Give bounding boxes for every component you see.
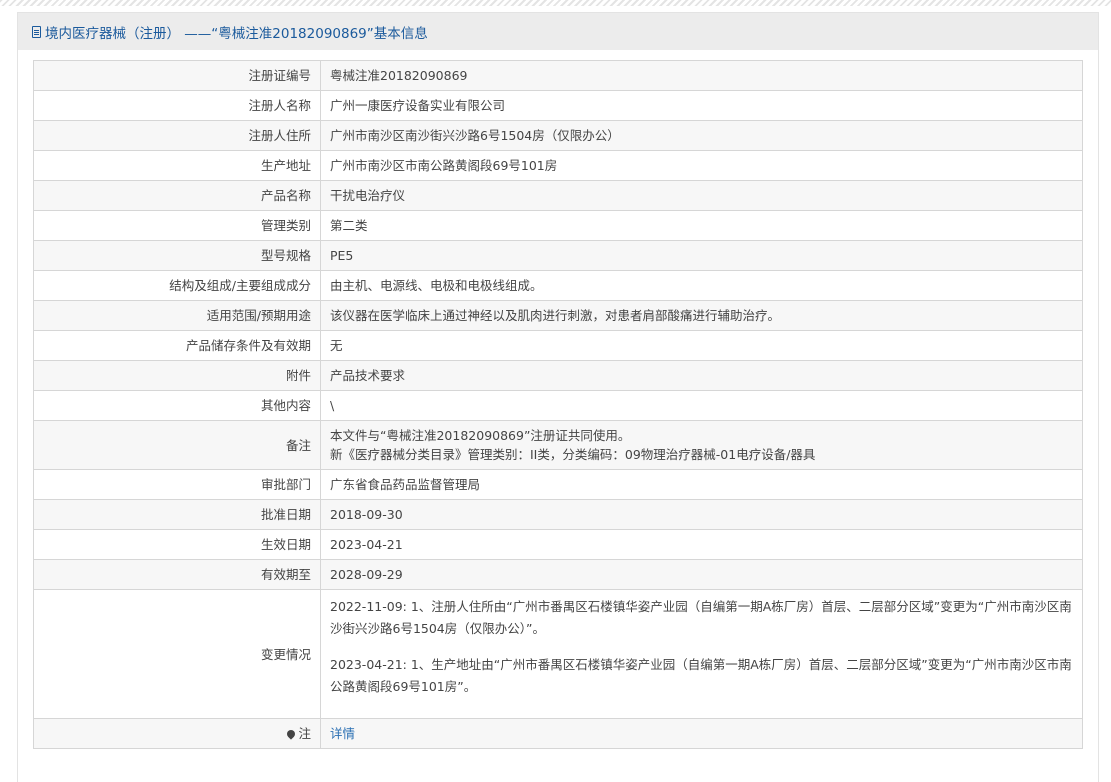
row-value: 产品技术要求 [320,360,1083,391]
row-value: 无 [320,330,1083,361]
table-row: 生产地址 广州市南沙区市南公路黄阁段69号101房 [33,150,1083,181]
table-row-note: 注 详情 [33,718,1083,749]
document-icon [32,25,41,38]
table-row-remark: 备注 本文件与“粤械注准20182090869”注册证共同使用。 新《医疗器械分… [33,420,1083,470]
table-row: 附件 产品技术要求 [33,360,1083,391]
map-pin-icon [285,728,298,740]
table-row: 审批部门 广东省食品药品监督管理局 [33,469,1083,500]
row-value: 广州市南沙区市南公路黄阁段69号101房 [320,150,1083,181]
change-entry: 2023-04-21: 1、生产地址由“广州市番禺区石楼镇华姿产业园（自编第一期… [330,657,1072,694]
row-value: PE5 [320,240,1083,271]
note-value: 详情 [320,718,1083,749]
row-label: 管理类别 [33,210,321,241]
table-row: 管理类别 第二类 [33,210,1083,241]
row-value: 2023-04-21 [320,529,1083,560]
row-label: 注册证编号 [33,60,321,91]
row-value: 该仪器在医学临床上通过神经以及肌肉进行刺激，对患者肩部酸痛进行辅助治疗。 [320,300,1083,331]
remark-line-2: 新《医疗器械分类目录》管理类别：II类，分类编码：09物理治疗器械-01电疗设备… [330,447,816,462]
row-label: 型号规格 [33,240,321,271]
row-value: 由主机、电源线、电极和电极线组成。 [320,270,1083,301]
table-row: 结构及组成/主要组成成分 由主机、电源线、电极和电极线组成。 [33,270,1083,301]
row-value: 广州市南沙区南沙街兴沙路6号1504房（仅限办公） [320,120,1083,151]
table-row: 有效期至 2028-09-29 [33,559,1083,590]
details-link[interactable]: 详情 [330,726,355,741]
remark-line-1: 本文件与“粤械注准20182090869”注册证共同使用。 [330,428,631,443]
row-label: 生产地址 [33,150,321,181]
row-label: 注册人名称 [33,90,321,121]
table-row: 产品储存条件及有效期 无 [33,330,1083,361]
row-value: 2028-09-29 [320,559,1083,590]
panel-header: 境内医疗器械（注册） ——“粤械注准20182090869”基本信息 [18,13,1098,50]
row-label: 适用范围/预期用途 [33,300,321,331]
page-title: 境内医疗器械（注册） ——“粤械注准20182090869”基本信息 [45,25,428,42]
row-label: 产品名称 [33,180,321,211]
row-value: \ [320,390,1083,421]
row-label: 批准日期 [33,499,321,530]
table-row: 注册证编号 粤械注准20182090869 [33,60,1083,91]
row-label: 其他内容 [33,390,321,421]
row-value: 第二类 [320,210,1083,241]
row-value: 干扰电治疗仪 [320,180,1083,211]
info-panel: 境内医疗器械（注册） ——“粤械注准20182090869”基本信息 注册证编号… [17,12,1099,782]
table-row: 注册人名称 广州一康医疗设备实业有限公司 [33,90,1083,121]
table-row-changes: 变更情况 2022-11-09: 1、注册人住所由“广州市番禺区石楼镇华姿产业园… [33,589,1083,719]
row-label: 结构及组成/主要组成成分 [33,270,321,301]
changes-label: 变更情况 [33,589,321,719]
table-row: 型号规格 PE5 [33,240,1083,271]
row-label: 注册人住所 [33,120,321,151]
remark-value: 本文件与“粤械注准20182090869”注册证共同使用。 新《医疗器械分类目录… [320,420,1083,470]
row-value: 广东省食品药品监督管理局 [320,469,1083,500]
changes-spacer [330,698,1073,712]
row-label: 审批部门 [33,469,321,500]
changes-value: 2022-11-09: 1、注册人住所由“广州市番禺区石楼镇华姿产业园（自编第一… [320,589,1083,719]
table-row: 其他内容 \ [33,390,1083,421]
table-row: 注册人住所 广州市南沙区南沙街兴沙路6号1504房（仅限办公） [33,120,1083,151]
table-row: 产品名称 干扰电治疗仪 [33,180,1083,211]
row-label: 产品储存条件及有效期 [33,330,321,361]
remark-label: 备注 [33,420,321,470]
row-label: 附件 [33,360,321,391]
note-label-cell: 注 [33,718,321,749]
row-value: 粤械注准20182090869 [320,60,1083,91]
table-row: 适用范围/预期用途 该仪器在医学临床上通过神经以及肌肉进行刺激，对患者肩部酸痛进… [33,300,1083,331]
table-row: 生效日期 2023-04-21 [33,529,1083,560]
top-decorative-border [0,0,1111,6]
row-label: 有效期至 [33,559,321,590]
row-label: 生效日期 [33,529,321,560]
note-label: 注 [298,726,311,741]
info-table: 注册证编号 粤械注准20182090869 注册人名称 广州一康医疗设备实业有限… [33,60,1083,749]
row-value: 广州一康医疗设备实业有限公司 [320,90,1083,121]
row-value: 2018-09-30 [320,499,1083,530]
change-entry: 2022-11-09: 1、注册人住所由“广州市番禺区石楼镇华姿产业园（自编第一… [330,599,1072,636]
table-row: 批准日期 2018-09-30 [33,499,1083,530]
